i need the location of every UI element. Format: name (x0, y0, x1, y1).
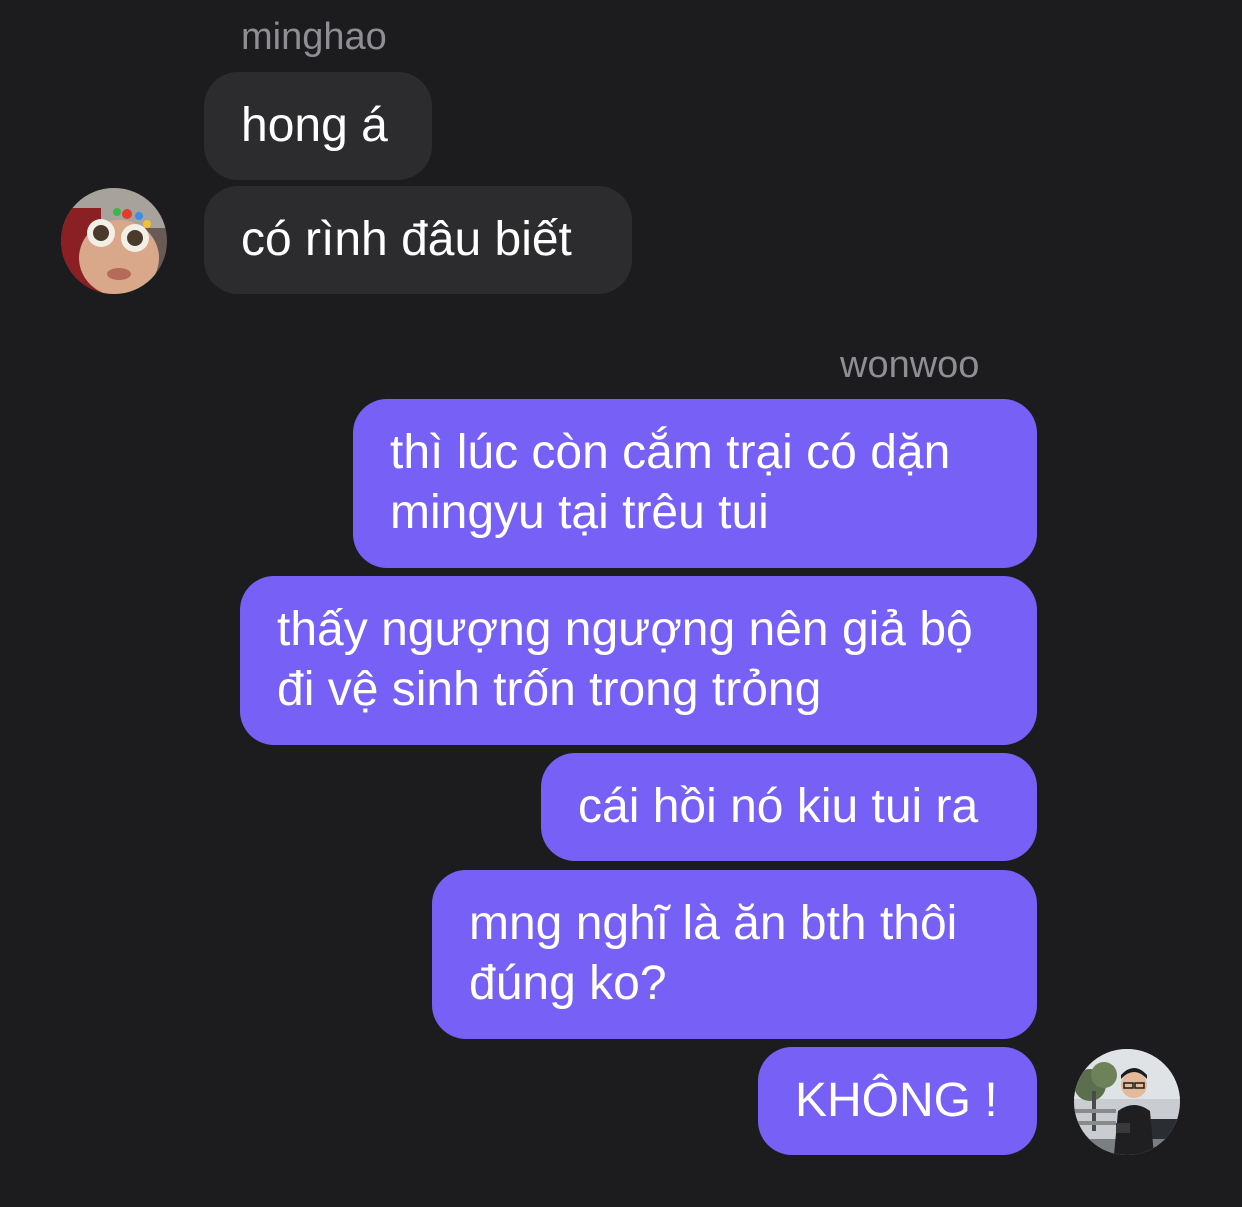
sender-name-minghao: minghao (241, 16, 387, 58)
message-text: hong á (241, 99, 388, 152)
avatar-photo-icon (1074, 1049, 1180, 1155)
avatar-photo-icon (61, 188, 167, 294)
message-text: cái hồi nó kiu tui ra (578, 780, 979, 833)
message-text: thấy ngượng ngượng nên giả bộ đi vệ sinh… (277, 603, 973, 716)
message-bubble-outgoing[interactable]: thì lúc còn cắm trại có dặn mingyu tại t… (353, 399, 1037, 568)
avatar-wonwoo[interactable] (1074, 1049, 1180, 1155)
message-text: có rình đâu biết (241, 213, 572, 266)
avatar-minghao[interactable] (61, 188, 167, 294)
sender-name-wonwoo: wonwoo (840, 344, 980, 386)
message-text: KHÔNG ! (795, 1074, 998, 1127)
message-bubble-incoming[interactable]: có rình đâu biết (204, 186, 632, 294)
message-bubble-outgoing[interactable]: cái hồi nó kiu tui ra (541, 753, 1037, 861)
message-bubble-outgoing[interactable]: thấy ngượng ngượng nên giả bộ đi vệ sinh… (240, 576, 1037, 745)
message-bubble-outgoing[interactable]: KHÔNG ! (758, 1047, 1037, 1155)
message-bubble-outgoing[interactable]: mng nghĩ là ăn bth thôi đúng ko? (432, 870, 1037, 1039)
message-text: thì lúc còn cắm trại có dặn mingyu tại t… (390, 426, 951, 539)
message-text: mng nghĩ là ăn bth thôi đúng ko? (469, 897, 958, 1010)
message-bubble-incoming[interactable]: hong á (204, 72, 432, 180)
